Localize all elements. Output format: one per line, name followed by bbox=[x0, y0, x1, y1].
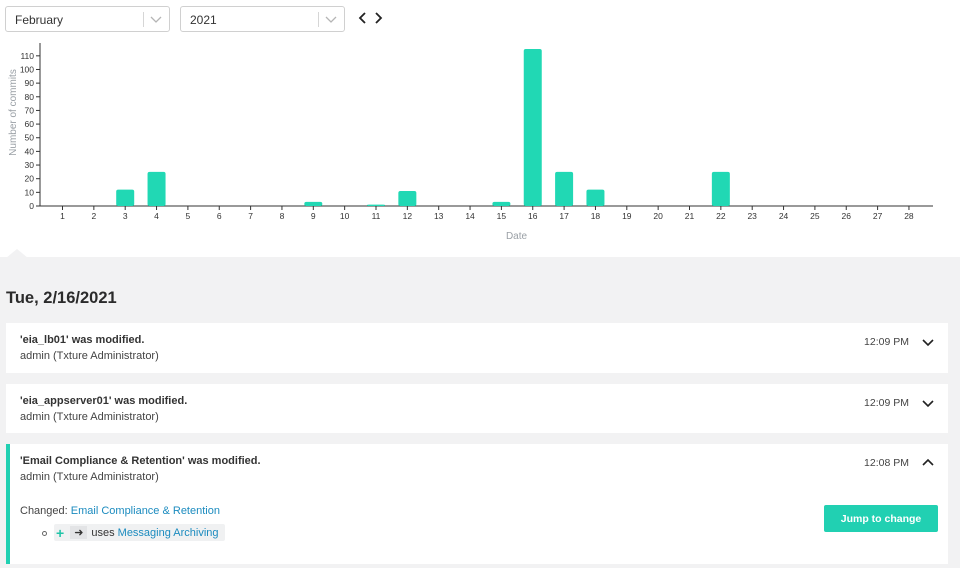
y-tick-label: 80 bbox=[25, 92, 35, 102]
x-tick-label: 7 bbox=[248, 211, 253, 221]
y-tick-label: 100 bbox=[20, 64, 34, 74]
x-tick-label: 18 bbox=[591, 211, 601, 221]
commit-bar[interactable] bbox=[147, 171, 166, 206]
entry-title: 'eia_lb01' was modified. bbox=[20, 334, 145, 346]
entry-title: 'eia_appserver01' was modified. bbox=[20, 395, 188, 407]
x-tick-label: 4 bbox=[154, 211, 159, 221]
x-tick-label: 2 bbox=[91, 211, 96, 221]
x-tick-label: 28 bbox=[904, 211, 914, 221]
x-tick-label: 24 bbox=[779, 211, 789, 221]
relation-verb: uses bbox=[91, 526, 115, 539]
changed-element-link[interactable]: Email Compliance & Retention bbox=[71, 505, 220, 517]
feed-entry[interactable]: 'eia_appserver01' was modified. admin (T… bbox=[6, 384, 948, 433]
x-tick-label: 25 bbox=[810, 211, 820, 221]
feed-entry-expanded[interactable]: 'Email Compliance & Retention' was modif… bbox=[6, 444, 948, 564]
relation-change: + ➜ uses Messaging Archiving bbox=[54, 524, 225, 541]
x-tick-label: 23 bbox=[747, 211, 757, 221]
x-tick-label: 3 bbox=[123, 211, 128, 221]
year-select[interactable]: 2021 bbox=[180, 6, 345, 32]
x-tick-label: 16 bbox=[528, 211, 538, 221]
commit-bar[interactable] bbox=[555, 171, 574, 206]
x-tick-label: 12 bbox=[403, 211, 413, 221]
expand-chevron-icon[interactable] bbox=[922, 337, 934, 347]
x-tick-label: 21 bbox=[685, 211, 695, 221]
entry-time: 12:08 PM bbox=[864, 457, 909, 469]
chevron-down-icon bbox=[150, 16, 162, 23]
expand-chevron-icon[interactable] bbox=[922, 398, 934, 408]
x-tick-label: 26 bbox=[842, 211, 852, 221]
entry-author: admin (Txture Administrator) bbox=[20, 350, 159, 362]
x-axis-title: Date bbox=[506, 231, 528, 242]
y-tick-label: 40 bbox=[25, 146, 35, 156]
month-select[interactable]: February bbox=[5, 6, 170, 32]
entry-time: 12:09 PM bbox=[864, 397, 909, 409]
collapse-chevron-icon[interactable] bbox=[922, 458, 934, 468]
relation-target-link[interactable]: Messaging Archiving bbox=[118, 527, 219, 539]
x-tick-label: 9 bbox=[311, 211, 316, 221]
y-tick-label: 60 bbox=[25, 119, 35, 129]
commit-bar[interactable] bbox=[398, 190, 417, 206]
arrow-right-icon: ➜ bbox=[70, 526, 88, 539]
x-tick-label: 14 bbox=[465, 211, 475, 221]
commit-bar[interactable] bbox=[367, 204, 385, 206]
select-separator bbox=[143, 12, 144, 27]
previous-month-button[interactable] bbox=[356, 10, 370, 26]
x-tick-label: 19 bbox=[622, 211, 632, 221]
x-tick-label: 5 bbox=[186, 211, 191, 221]
x-tick-label: 11 bbox=[372, 211, 381, 221]
feed-entry[interactable]: 'eia_lb01' was modified. admin (Txture A… bbox=[6, 323, 948, 373]
day-title: Tue, 2/16/2021 bbox=[6, 289, 117, 307]
commit-bar[interactable] bbox=[304, 201, 323, 206]
commit-bar[interactable] bbox=[523, 49, 542, 206]
next-month-button[interactable] bbox=[371, 10, 385, 26]
y-axis-title: Number of commits bbox=[8, 69, 19, 156]
x-tick-label: 27 bbox=[873, 211, 883, 221]
changed-label: Changed: bbox=[20, 505, 68, 517]
y-tick-label: 20 bbox=[25, 174, 35, 184]
x-tick-label: 13 bbox=[434, 211, 444, 221]
x-tick-label: 8 bbox=[280, 211, 285, 221]
entry-author: admin (Txture Administrator) bbox=[20, 471, 159, 483]
commits-bar-chart: 01020304050607080901001101 2 3 4 5 6 7 8 9 10 11 12… bbox=[8, 43, 933, 242]
plus-icon: + bbox=[56, 524, 65, 541]
y-tick-label: 110 bbox=[20, 51, 34, 61]
x-tick-label: 22 bbox=[716, 211, 726, 221]
commit-bar[interactable] bbox=[492, 201, 511, 206]
y-tick-label: 30 bbox=[25, 160, 35, 170]
selected-bar-pointer bbox=[6, 249, 28, 258]
commit-bar[interactable] bbox=[116, 189, 135, 206]
commit-bar[interactable] bbox=[586, 189, 605, 206]
chevron-down-icon bbox=[325, 16, 337, 23]
commit-bar[interactable] bbox=[711, 171, 730, 206]
month-value: February bbox=[15, 13, 64, 27]
y-tick-label: 50 bbox=[25, 133, 35, 143]
list-bullet-icon bbox=[42, 531, 47, 536]
x-tick-label: 20 bbox=[653, 211, 663, 221]
entry-author: admin (Txture Administrator) bbox=[20, 411, 159, 423]
changed-line: Changed: Email Compliance & Retention bbox=[20, 505, 220, 517]
entry-time: 12:09 PM bbox=[864, 336, 909, 348]
x-tick-label: 1 bbox=[60, 211, 65, 221]
toolbar: February 2021 bbox=[0, 0, 960, 38]
x-tick-label: 10 bbox=[340, 211, 350, 221]
y-tick-label: 0 bbox=[29, 201, 34, 211]
x-tick-label: 17 bbox=[559, 211, 569, 221]
year-value: 2021 bbox=[190, 13, 217, 27]
y-tick-label: 70 bbox=[25, 105, 35, 115]
select-separator bbox=[318, 12, 319, 27]
y-tick-label: 10 bbox=[25, 187, 35, 197]
commits-chart: 0 10 20 30 40 50 60 70 80 90 100 110 1 2 3 4 5 6 7 8 9 10 11 12… bbox=[0, 40, 960, 246]
jump-to-change-button[interactable]: Jump to change bbox=[824, 505, 938, 532]
x-tick-label: 6 bbox=[217, 211, 222, 221]
y-tick-label: 90 bbox=[25, 78, 35, 88]
entry-title: 'Email Compliance & Retention' was modif… bbox=[20, 455, 261, 467]
x-tick-label: 15 bbox=[497, 211, 507, 221]
